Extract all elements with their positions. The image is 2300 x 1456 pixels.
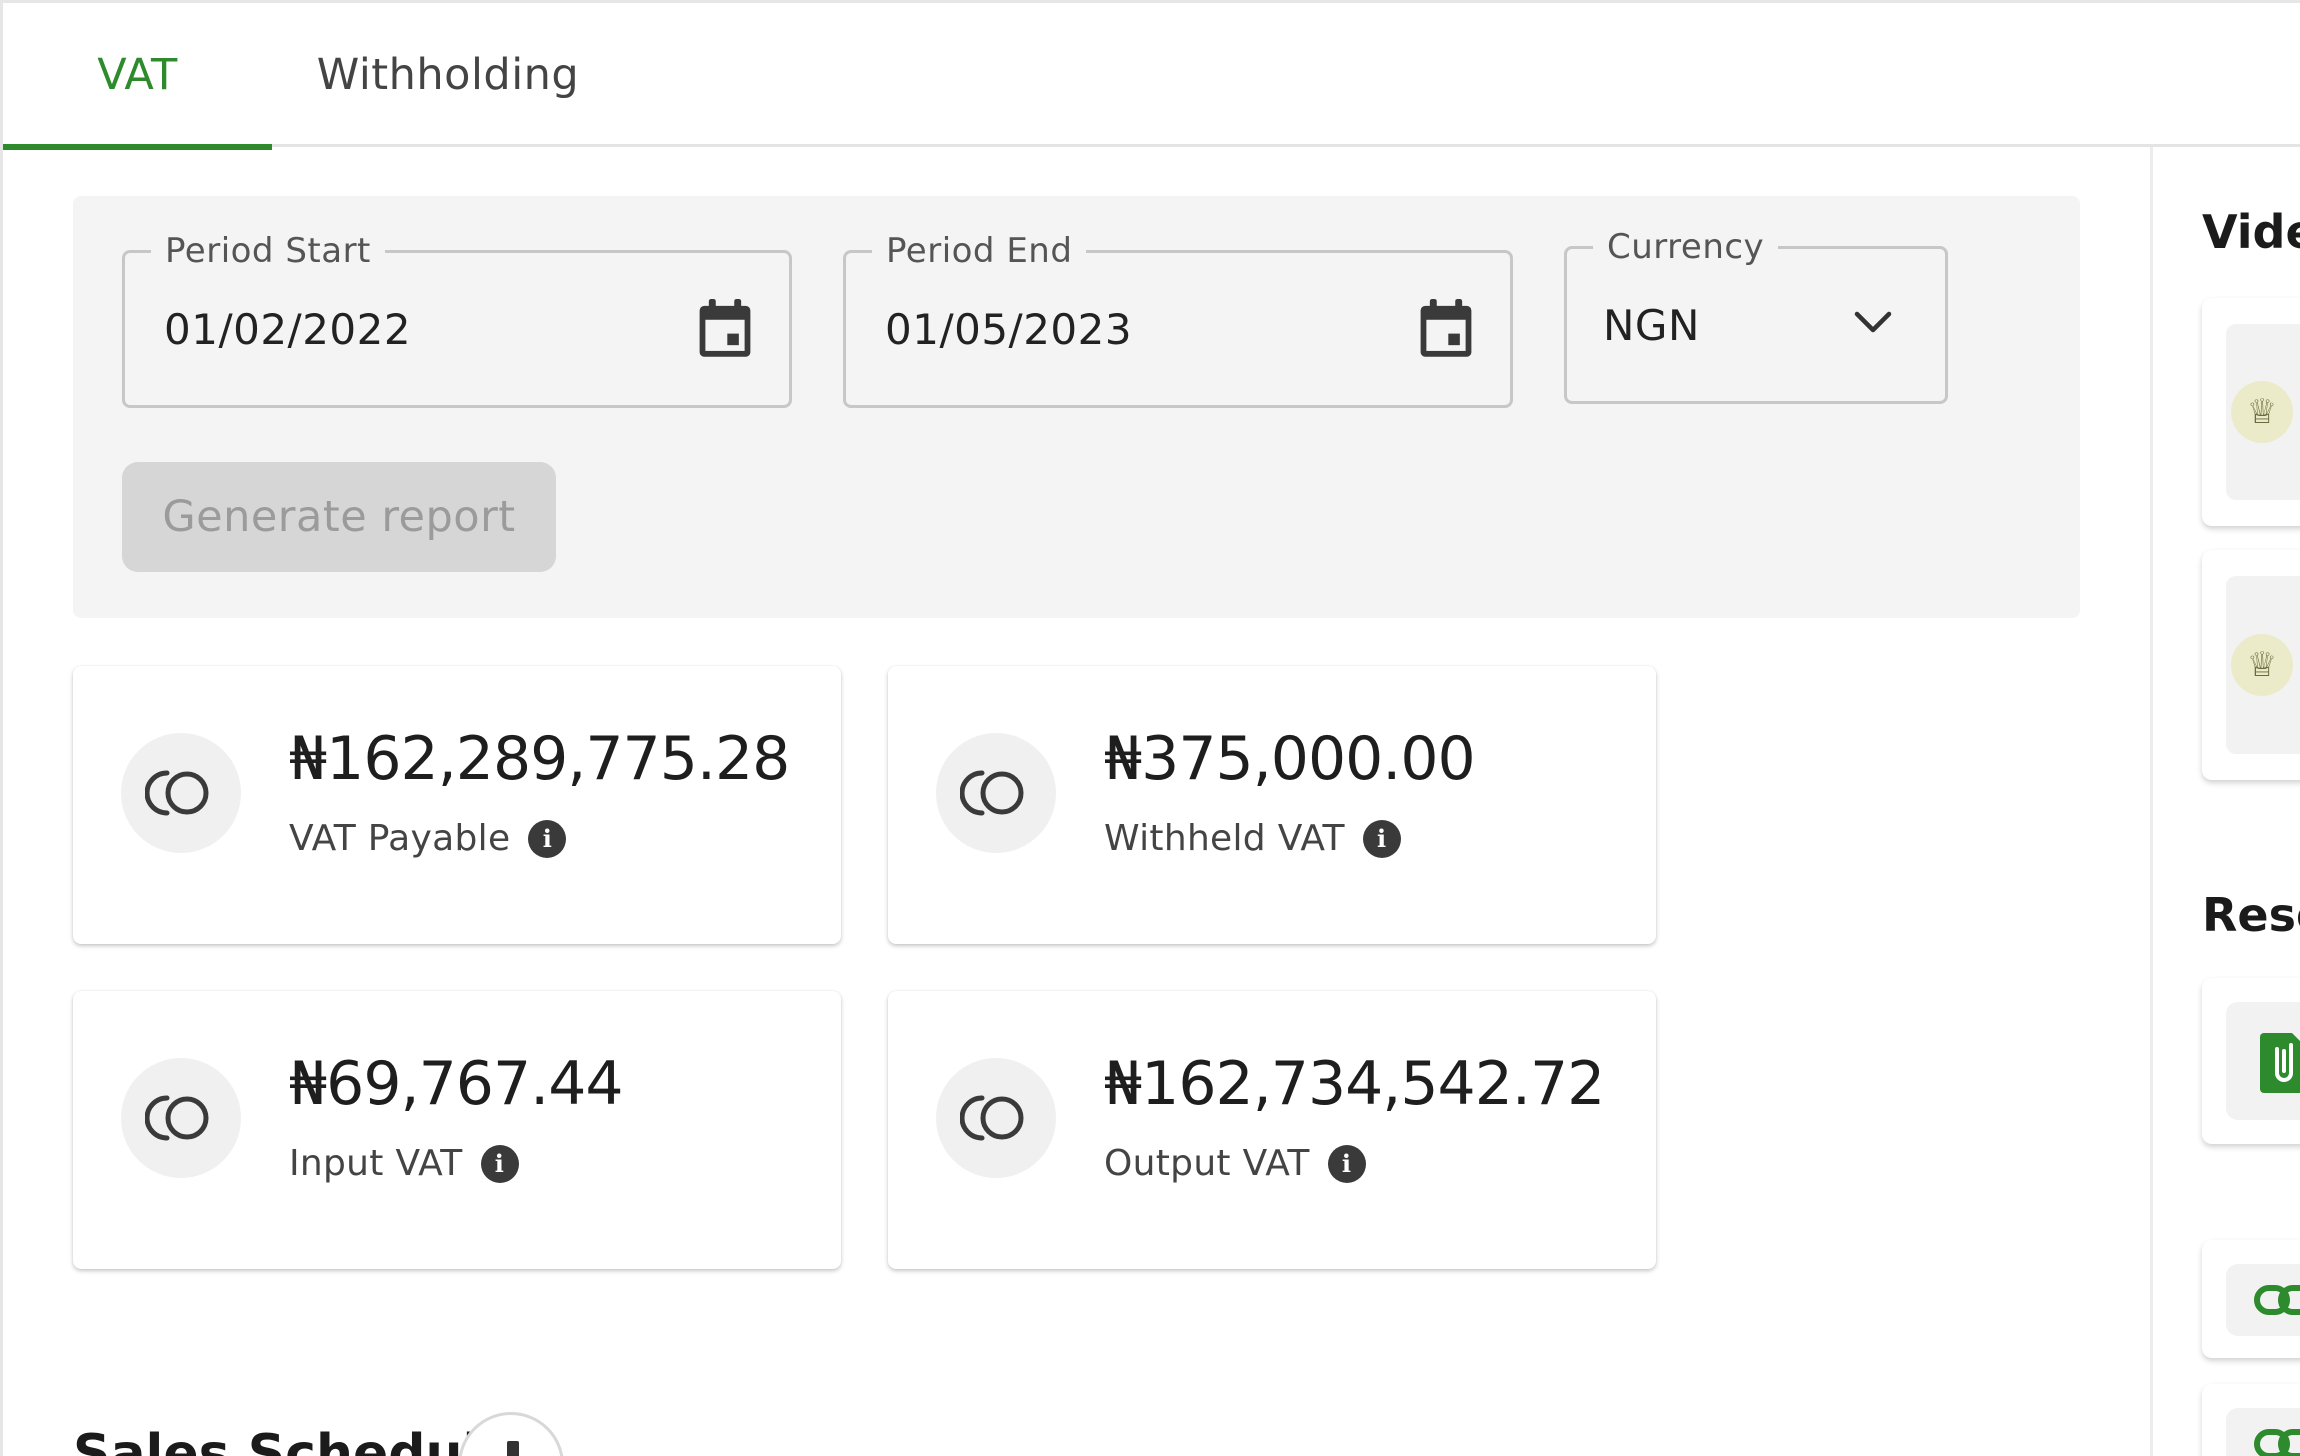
video-card[interactable]: ♕: [2202, 298, 2300, 526]
stat-card-vat-payable: ₦162,289,775.28 VAT Payable i: [73, 666, 841, 944]
coins-icon: [936, 1058, 1056, 1178]
coins-icon: [121, 1058, 241, 1178]
period-start-field[interactable]: Period Start 01/02/2022: [122, 231, 792, 408]
stat-label-text: Input VAT: [289, 1143, 463, 1184]
stat-label-text: Withheld VAT: [1104, 818, 1345, 859]
download-button[interactable]: [458, 1412, 564, 1456]
input-vat-label: Input VAT i: [289, 1143, 519, 1184]
currency-select[interactable]: Currency NGN: [1564, 227, 1948, 404]
sales-schedule-title: Sales Schedule: [73, 1424, 516, 1456]
filter-panel: Period Start 01/02/2022 Period End 01/05…: [73, 196, 2080, 618]
stat-card-output-vat: ₦162,734,542.72 Output VAT i: [888, 991, 1656, 1269]
chevron-down-icon: [1854, 311, 1892, 333]
period-start-value: 01/02/2022: [164, 304, 412, 354]
stat-label-text: Output VAT: [1104, 1143, 1310, 1184]
period-end-field[interactable]: Period End 01/05/2023: [843, 231, 1513, 408]
resources-heading: Reso: [2202, 888, 2300, 942]
info-icon[interactable]: i: [1362, 819, 1401, 858]
tab-vat[interactable]: VAT: [3, 3, 272, 150]
stat-label-text: VAT Payable: [289, 818, 511, 859]
coat-of-arms-icon: ♕: [2231, 381, 2293, 443]
period-end-value: 01/05/2023: [885, 304, 1133, 354]
info-icon[interactable]: i: [480, 1144, 519, 1183]
stat-card-withheld-vat: ₦375,000.00 Withheld VAT i: [888, 666, 1656, 944]
video-card-body: ♕: [2226, 576, 2300, 754]
coat-of-arms-icon: ♕: [2231, 634, 2293, 696]
info-icon[interactable]: i: [1327, 1144, 1366, 1183]
input-vat-amount: ₦69,767.44: [289, 1049, 624, 1119]
link-icon: [2226, 1264, 2300, 1336]
videos-heading: Vide: [2202, 205, 2300, 259]
vat-payable-amount: ₦162,289,775.28: [289, 724, 790, 794]
tab-bar: VAT Withholding: [3, 3, 2300, 150]
coins-icon: [936, 733, 1056, 853]
paperclip-icon: [2226, 1002, 2300, 1120]
vat-payable-label: VAT Payable i: [289, 818, 567, 859]
info-icon[interactable]: i: [528, 819, 567, 858]
output-vat-amount: ₦162,734,542.72: [1104, 1049, 1605, 1119]
video-card-body: ♕: [2226, 324, 2300, 500]
resource-card-link[interactable]: [2202, 1384, 2300, 1456]
video-card[interactable]: ♕: [2202, 550, 2300, 780]
resource-card-document[interactable]: [2202, 978, 2300, 1144]
side-panel-divider: [2150, 147, 2153, 1456]
currency-value: NGN: [1603, 300, 1700, 350]
stat-card-input-vat: ₦69,767.44 Input VAT i: [73, 991, 841, 1269]
resource-card-link[interactable]: [2202, 1240, 2300, 1358]
withheld-vat-label: Withheld VAT i: [1104, 818, 1401, 859]
coins-icon: [121, 733, 241, 853]
withheld-vat-amount: ₦375,000.00: [1104, 724, 1476, 794]
output-vat-label: Output VAT i: [1104, 1143, 1366, 1184]
window-left-border: [0, 0, 3, 1456]
calendar-icon[interactable]: [1418, 299, 1474, 359]
link-icon: [2226, 1408, 2300, 1456]
tab-withholding[interactable]: Withholding: [293, 3, 603, 147]
generate-report-button[interactable]: Generate report: [122, 462, 556, 572]
calendar-icon[interactable]: [697, 299, 753, 359]
